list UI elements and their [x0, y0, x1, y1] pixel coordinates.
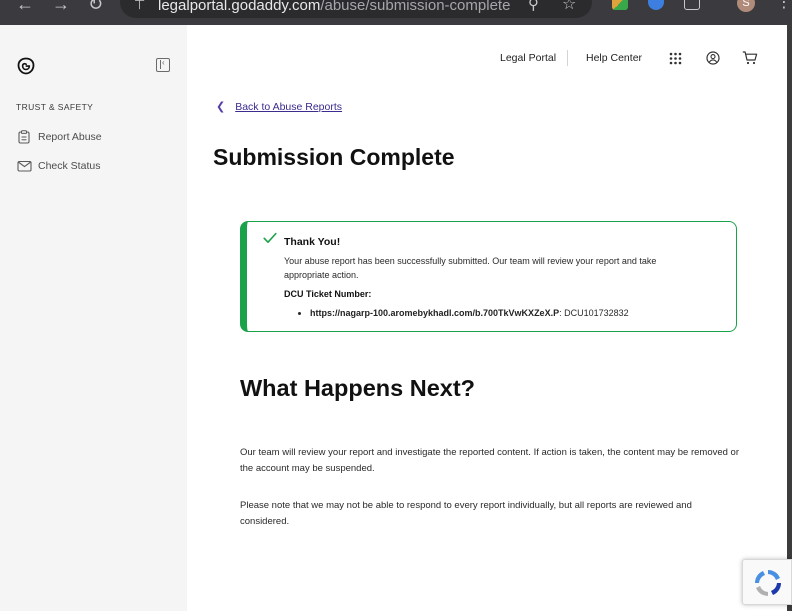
page: ‹ TRUST & SAFETY Report Abuse Check Stat… — [0, 25, 787, 611]
extension-icon[interactable] — [612, 0, 628, 10]
recaptcha-icon — [755, 570, 781, 596]
checkmark-icon — [263, 232, 277, 243]
sidebar-section-title: TRUST & SAFETY — [16, 102, 94, 112]
back-arrow-icon[interactable]: ← — [16, 0, 34, 15]
sidebar-item-label: Report Abuse — [38, 131, 102, 143]
ticket-url: https://nagarp-100.aromebykhadl.com/b.70… — [310, 308, 560, 318]
envelope-icon — [16, 159, 32, 173]
next-paragraph-1: Our team will review your report and inv… — [240, 447, 740, 474]
collapse-sidebar-icon[interactable]: ‹ — [156, 58, 170, 72]
apps-grid-icon[interactable] — [667, 50, 683, 66]
browser-menu-icon[interactable]: ⋮ — [776, 0, 792, 12]
back-to-abuse-reports-link[interactable]: ❮ Back to Abuse Reports — [216, 100, 343, 114]
recaptcha-badge[interactable] — [742, 559, 792, 605]
password-manager-icon[interactable] — [648, 0, 664, 10]
back-link-label: Back to Abuse Reports — [235, 100, 343, 113]
url-text[interactable]: legalportal.godaddy.com/abuse/submission… — [158, 0, 510, 14]
browser-toolbar: ← → ↻ ⊤ legalportal.godaddy.com/abuse/su… — [0, 0, 792, 25]
main-content: Legal Portal Help Center ❮ Back to Abuse… — [187, 25, 787, 611]
zoom-icon[interactable]: ⚲ — [528, 0, 539, 13]
ticket-number: : DCU101732832 — [559, 308, 629, 318]
sidebar-item-check-status[interactable]: Check Status — [16, 158, 100, 174]
next-paragraph-2: Please note that we may not be able to r… — [240, 500, 692, 527]
success-heading: Thank You! — [284, 236, 341, 248]
account-icon[interactable] — [705, 50, 721, 66]
ticket-item: https://nagarp-100.aromebykhadl.com/b.70… — [310, 308, 629, 318]
profile-avatar[interactable]: S — [737, 0, 755, 12]
address-bar[interactable]: ⊤ legalportal.godaddy.com/abuse/submissi… — [120, 0, 592, 18]
chevron-left-icon: ❮ — [216, 101, 226, 113]
ticket-list: https://nagarp-100.aromebykhadl.com/b.70… — [302, 308, 629, 318]
page-title: Submission Complete — [213, 144, 455, 170]
site-settings-icon[interactable]: ⊤ — [134, 0, 145, 13]
sidebar-item-report-abuse[interactable]: Report Abuse — [16, 129, 102, 145]
success-message: Your abuse report has been successfully … — [284, 256, 657, 280]
bookmark-star-icon[interactable]: ☆ — [562, 0, 576, 14]
topnav-divider — [567, 50, 568, 66]
what-happens-next-heading: What Happens Next? — [240, 375, 476, 401]
sidebar-item-label: Check Status — [38, 160, 101, 172]
sidebar: ‹ TRUST & SAFETY Report Abuse Check Stat… — [0, 25, 187, 611]
extensions-puzzle-icon[interactable] — [684, 0, 700, 10]
shopping-cart-icon[interactable] — [742, 50, 758, 66]
success-alert: Thank You! Your abuse report has been su… — [240, 221, 737, 332]
help-center-link[interactable]: Help Center — [586, 52, 642, 64]
legal-portal-link[interactable]: Legal Portal — [500, 52, 556, 64]
reload-icon[interactable]: ↻ — [88, 0, 103, 15]
url-path: /abuse/submission-complete — [320, 0, 511, 14]
godaddy-logo[interactable] — [16, 56, 36, 76]
url-domain: legalportal.godaddy.com — [158, 0, 321, 14]
forward-arrow-icon[interactable]: → — [52, 0, 70, 15]
clipboard-icon — [16, 130, 32, 144]
ticket-label: DCU Ticket Number: — [284, 289, 372, 299]
